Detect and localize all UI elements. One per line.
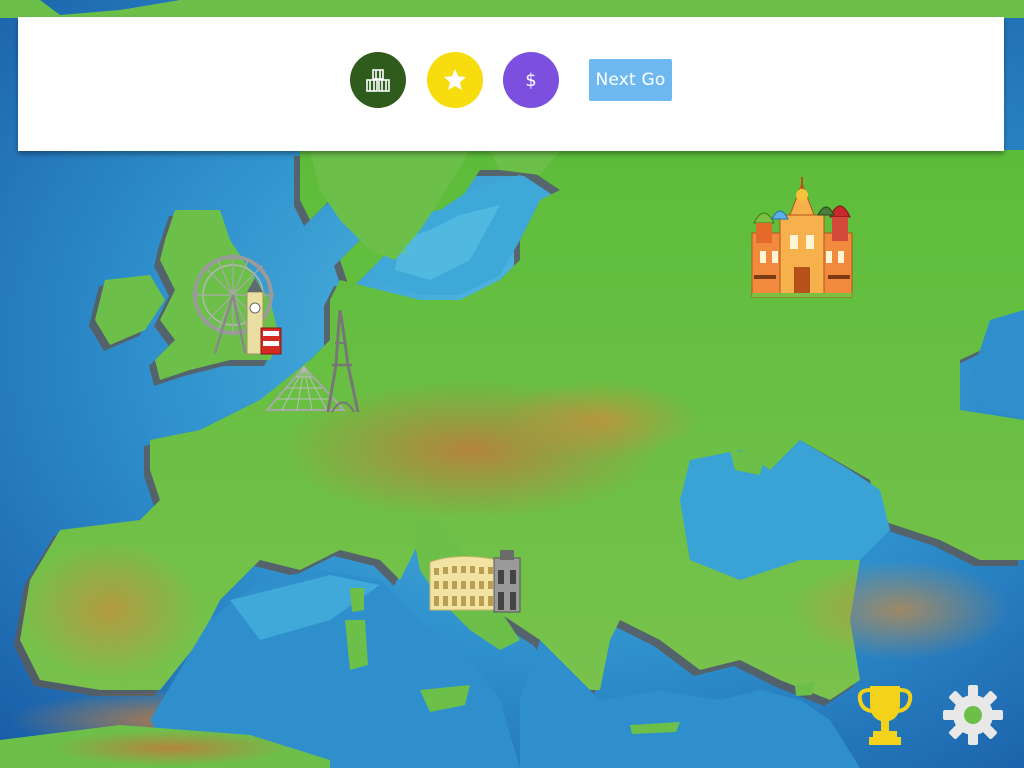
buildings-button[interactable] (350, 52, 406, 108)
money-button[interactable]: $ (503, 52, 559, 108)
top-toolbar: $ Next Go (18, 17, 1004, 151)
next-go-button[interactable]: Next Go (589, 59, 672, 101)
colosseum-icon[interactable] (428, 548, 528, 614)
star-icon (444, 69, 466, 90)
dollar-icon: $ (525, 69, 537, 91)
st-basils-cathedral-icon[interactable] (750, 175, 855, 300)
star-button[interactable] (427, 52, 483, 108)
trophy-icon[interactable] (856, 684, 914, 746)
gear-icon[interactable] (942, 684, 1004, 746)
buildings-icon (366, 69, 390, 92)
eiffel-tower-louvre-icon[interactable] (262, 305, 367, 415)
